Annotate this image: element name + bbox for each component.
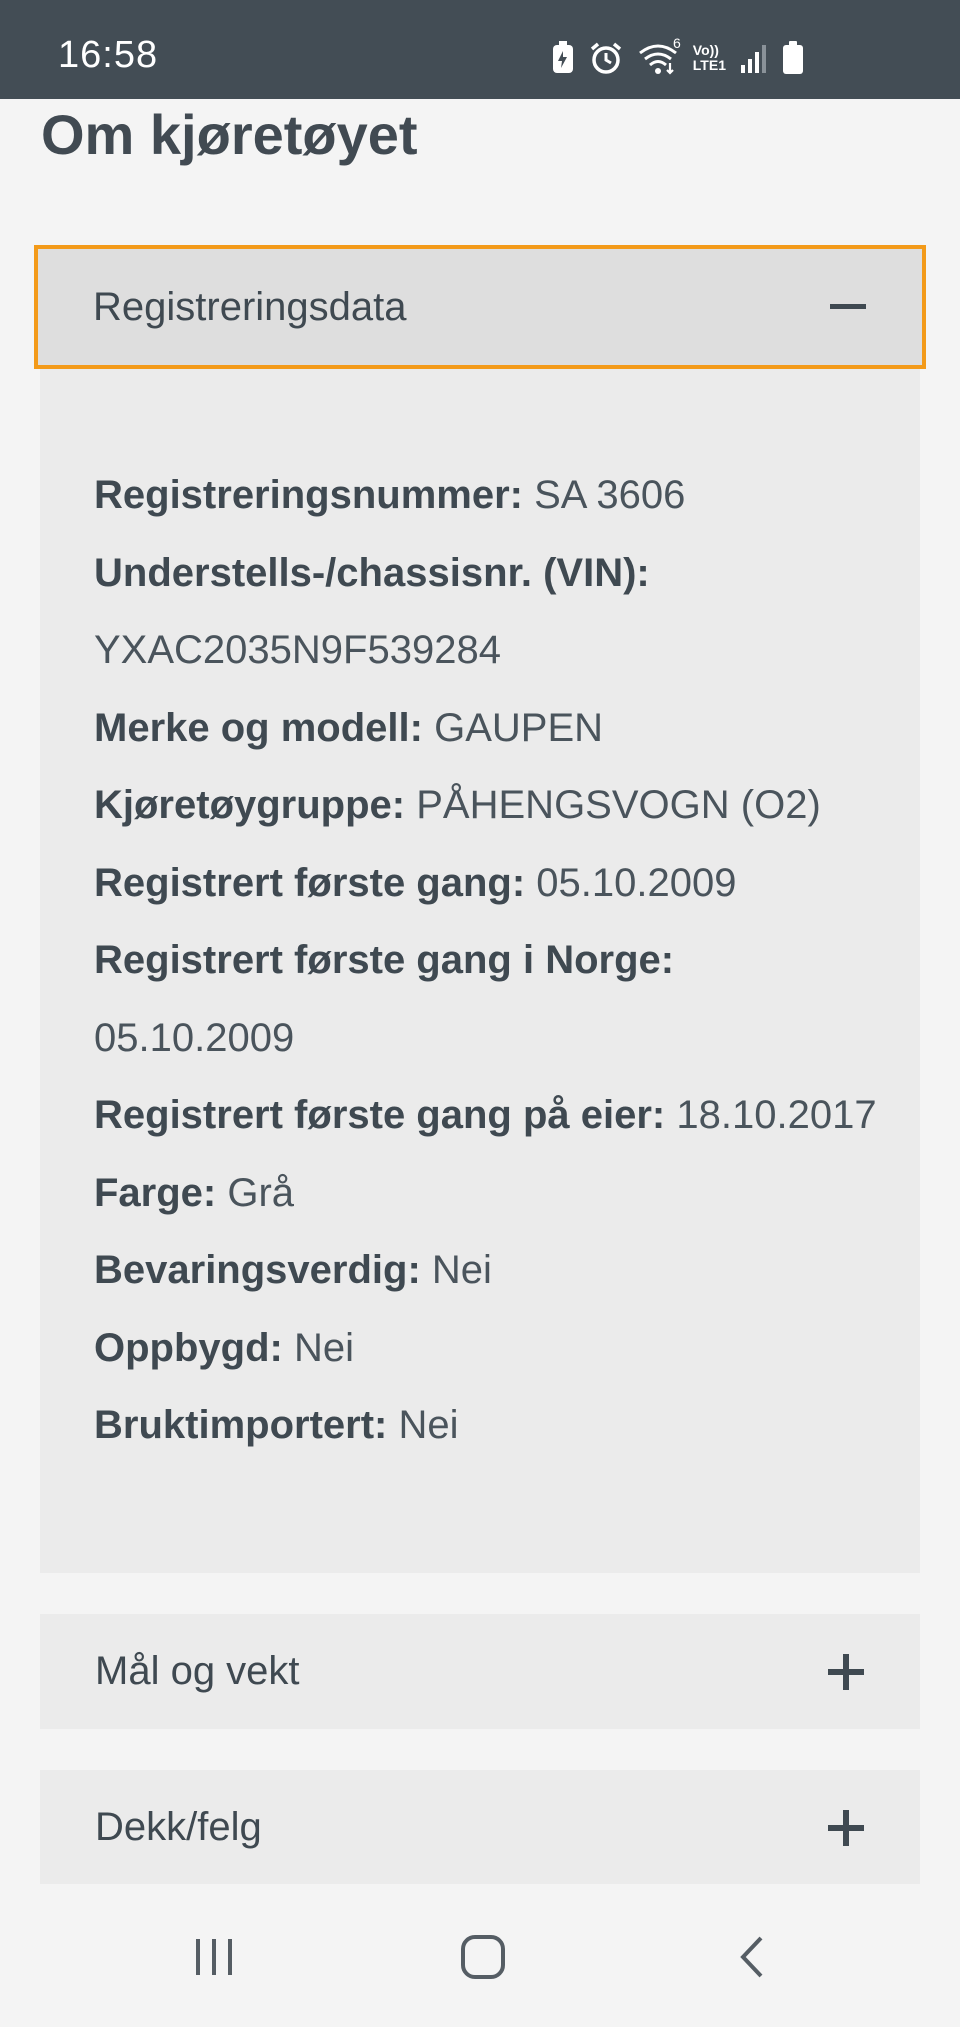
- detail-line: Bevaringsverdig: Nei: [94, 1232, 894, 1310]
- battery-saver-icon: [551, 41, 575, 75]
- status-bar: 16:58 6 Vo)) LTE1: [0, 0, 960, 99]
- status-time: 16:58: [58, 34, 159, 76]
- detail-key: Merke og modell:: [94, 705, 423, 750]
- detail-value: SA 3606: [534, 473, 686, 517]
- volte-text: Vo)): [692, 42, 719, 58]
- detail-key: Oppbygd:: [94, 1325, 283, 1370]
- signal-icon: [740, 43, 768, 73]
- back-icon[interactable]: [712, 1922, 792, 1992]
- detail-line: Farge: Grå: [94, 1155, 894, 1233]
- detail-line: Merke og modell: GAUPEN: [94, 690, 894, 768]
- detail-value: YXAC2035N9F539284: [94, 628, 501, 672]
- wifi-icon: 6: [637, 35, 681, 75]
- detail-value: Nei: [398, 1403, 459, 1447]
- detail-line: Bruktimportert: Nei: [94, 1387, 894, 1465]
- detail-value: 18.10.2017: [676, 1093, 877, 1137]
- detail-line: Oppbygd: Nei: [94, 1310, 894, 1388]
- detail-key: Registrert første gang:: [94, 860, 526, 905]
- detail-value: Nei: [293, 1325, 355, 1370]
- detail-line: 05.10.2009: [94, 1000, 894, 1078]
- detail-line: Understells-/chassisnr. (VIN):: [94, 535, 894, 613]
- detail-line: Registrert første gang i Norge:: [94, 922, 894, 1000]
- recent-apps-icon[interactable]: [174, 1922, 254, 1992]
- detail-line: Registrert første gang: 05.10.2009: [94, 845, 894, 923]
- accordion-header-registreringsdata[interactable]: Registreringsdata: [34, 245, 926, 369]
- volte-lte-icon: Vo)) LTE1: [693, 43, 726, 73]
- minus-icon[interactable]: [828, 287, 868, 327]
- detail-key: Registrert første gang i Norge:: [94, 938, 675, 982]
- plus-icon[interactable]: [826, 1652, 866, 1692]
- detail-key: Kjøretøygruppe:: [94, 783, 406, 827]
- wifi-badge: 6: [673, 35, 681, 51]
- detail-value: 05.10.2009: [94, 1015, 295, 1060]
- page-title: Om kjøretøyet: [41, 103, 418, 166]
- accordion-label: Mål og vekt: [95, 1649, 300, 1693]
- lte-text: LTE1: [692, 57, 726, 73]
- detail-key: Farge:: [94, 1170, 217, 1215]
- detail-value: 05.10.2009: [536, 860, 737, 905]
- detail-value: PÅHENGSVOGN (O2): [416, 783, 821, 827]
- detail-key: Registrert første gang på eier:: [94, 1093, 666, 1137]
- accordion-panel-registreringsdata: Registreringsnummer: SA 3606 Understells-…: [40, 369, 920, 1573]
- status-icons: 6 Vo)) LTE1: [551, 35, 804, 78]
- detail-line: Registreringsnummer: SA 3606: [94, 457, 894, 535]
- detail-key: Bevaringsverdig:: [94, 1248, 421, 1292]
- home-icon[interactable]: [443, 1922, 523, 1992]
- registration-details: Registreringsnummer: SA 3606 Understells-…: [94, 457, 894, 1465]
- detail-value: GAUPEN: [434, 705, 604, 750]
- detail-key: Registreringsnummer:: [94, 473, 523, 517]
- detail-line: Registrert første gang på eier: 18.10.20…: [94, 1077, 894, 1155]
- accordion-label: Registreringsdata: [93, 284, 407, 329]
- navigation-bar: [0, 1884, 960, 2027]
- detail-line: Kjøretøygruppe: PÅHENGSVOGN (O2): [94, 767, 894, 845]
- detail-key: Bruktimportert:: [94, 1403, 388, 1447]
- detail-value: Grå: [227, 1170, 295, 1215]
- accordion-header-maal-og-vekt[interactable]: Mål og vekt: [40, 1614, 920, 1729]
- alarm-icon: [589, 41, 623, 75]
- detail-line: YXAC2035N9F539284: [94, 612, 894, 690]
- plus-icon[interactable]: [826, 1808, 866, 1848]
- accordion-header-dekk-felg[interactable]: Dekk/felg: [40, 1770, 920, 1885]
- accordion-label: Dekk/felg: [95, 1805, 262, 1849]
- battery-icon: [782, 41, 804, 75]
- detail-key: Understells-/chassisnr. (VIN):: [94, 550, 650, 595]
- detail-value: Nei: [431, 1248, 492, 1292]
